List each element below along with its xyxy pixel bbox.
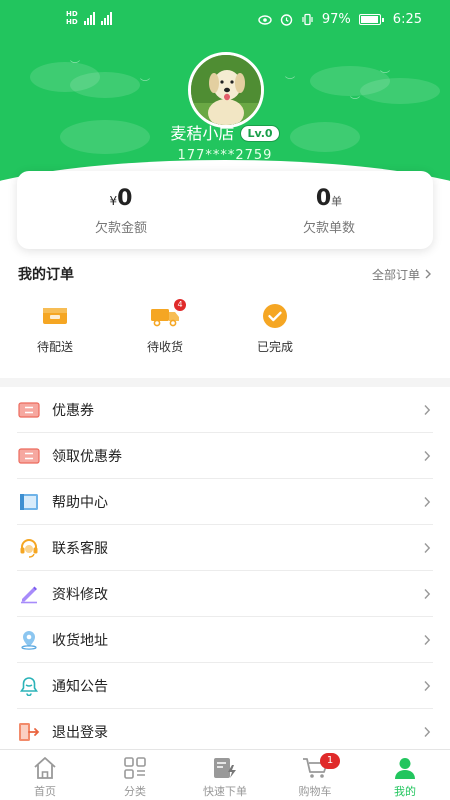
debt-amount[interactable]: ¥0 欠款金额	[17, 171, 225, 249]
tab-category[interactable]: 分类	[90, 750, 180, 800]
chevron-right-icon	[424, 680, 431, 691]
chevron-right-icon	[425, 269, 431, 279]
debt-count-value: 0	[315, 186, 332, 211]
status-right: 97% 6:25	[258, 12, 422, 27]
coupon-icon	[18, 401, 40, 418]
order-status-pending-delivery[interactable]: 待配送	[0, 302, 110, 355]
signal-icon	[100, 11, 112, 25]
order-status-row: 待配送 4 待收货 已完成	[0, 299, 330, 355]
menu-item-customer-service[interactable]: 联系客服	[17, 525, 433, 571]
signal-indicators: HD HD	[66, 10, 112, 26]
bell-icon	[20, 676, 38, 696]
order-status-pending-receipt[interactable]: 4 待收货	[110, 299, 220, 355]
chevron-right-icon	[424, 404, 431, 415]
dog-avatar-image	[191, 55, 261, 125]
box-icon	[43, 308, 67, 324]
order-status-completed[interactable]: 已完成	[220, 302, 330, 355]
order-status-label: 待收货	[146, 340, 183, 354]
tab-label: 首页	[34, 785, 56, 798]
tab-quick-order[interactable]: 快速下单	[180, 750, 270, 800]
signal-icon	[83, 11, 95, 25]
alarm-icon	[280, 14, 293, 26]
chevron-right-icon	[424, 450, 431, 461]
menu-label: 资料修改	[52, 586, 108, 603]
orders-title: 我的订单	[18, 267, 74, 283]
category-icon	[124, 757, 146, 779]
logout-icon	[19, 722, 40, 741]
level-badge: Lv.0	[240, 125, 280, 142]
menu-item-shipping-address[interactable]: 收货地址	[17, 617, 433, 663]
chevron-right-icon	[424, 726, 431, 737]
menu-label: 领取优惠券	[52, 448, 122, 465]
all-orders-label: 全部订单	[371, 267, 420, 282]
debt-count-label: 欠款单数	[302, 221, 355, 236]
hd-icon: HD HD	[66, 10, 78, 26]
bird-decoration: ︶	[350, 97, 360, 108]
menu-item-receive-coupons[interactable]: 领取优惠券	[17, 433, 433, 479]
check-icon	[263, 304, 287, 328]
avatar[interactable]	[188, 52, 264, 128]
quick-order-icon	[214, 758, 236, 778]
headset-icon	[20, 538, 38, 558]
menu-label: 帮助中心	[52, 494, 108, 511]
user-icon	[395, 758, 415, 779]
battery-percent: 97%	[321, 12, 351, 27]
tab-label: 分类	[124, 785, 146, 798]
cloud-decoration	[70, 72, 140, 98]
debt-amount-label: 欠款金额	[94, 221, 147, 236]
order-status-label: 待配送	[36, 340, 73, 354]
location-icon	[21, 630, 37, 650]
menu-item-notices[interactable]: 通知公告	[17, 663, 433, 709]
chevron-right-icon	[424, 588, 431, 599]
chevron-right-icon	[424, 542, 431, 553]
tab-label: 快速下单	[203, 785, 247, 798]
chevron-right-icon	[424, 496, 431, 507]
coupon-receive-icon	[18, 447, 40, 464]
menu-item-help-center[interactable]: 帮助中心	[17, 479, 433, 525]
tab-label: 购物车	[298, 785, 332, 798]
status-bar: HD HD 97% 6:25	[0, 0, 450, 44]
all-orders-link[interactable]: 全部订单	[372, 266, 432, 283]
tab-mine[interactable]: 我的	[360, 750, 450, 800]
debt-amount-value: 0	[117, 186, 133, 211]
home-icon	[34, 757, 56, 779]
currency-symbol: ¥	[109, 194, 118, 208]
tab-label: 我的	[394, 785, 416, 798]
clock: 6:25	[392, 12, 422, 27]
cart-count-badge: 1	[320, 753, 340, 769]
bird-decoration: ︶	[70, 61, 80, 72]
menu-label: 通知公告	[52, 678, 108, 695]
vibrate-icon	[302, 13, 313, 26]
order-count-badge: 4	[174, 299, 186, 311]
order-status-label: 已完成	[256, 340, 293, 354]
shop-name: 麦秸小店	[170, 124, 235, 143]
menu-item-coupons[interactable]: 优惠券	[17, 387, 433, 433]
bird-decoration: ︶	[380, 71, 390, 82]
chevron-right-icon	[424, 634, 431, 645]
pencil-icon	[21, 586, 37, 603]
menu-label: 优惠券	[52, 402, 94, 419]
bird-decoration: ︶	[140, 79, 150, 90]
orders-header: 我的订单 全部订单	[18, 264, 432, 284]
book-icon	[20, 493, 38, 510]
bottom-tab-bar: 首页 分类 快速下单 1 购物车 我的	[0, 749, 450, 800]
section-divider	[0, 378, 450, 387]
eye-icon	[258, 14, 272, 25]
phone-number: 177****2759	[177, 148, 273, 163]
menu-label: 退出登录	[52, 724, 108, 741]
battery-icon	[358, 14, 384, 25]
menu-label: 收货地址	[52, 632, 108, 649]
menu-item-edit-profile[interactable]: 资料修改	[17, 571, 433, 617]
debt-card: ¥0 欠款金额 0单 欠款单数	[17, 171, 433, 249]
menu-label: 联系客服	[52, 540, 108, 557]
shop-name-row: 麦秸小店 Lv.0	[0, 120, 450, 144]
tab-home[interactable]: 首页	[0, 750, 90, 800]
debt-count[interactable]: 0单 欠款单数	[225, 171, 433, 249]
debt-count-unit: 单	[331, 195, 343, 208]
settings-menu: 优惠券 领取优惠券 帮助中心 联系客服 资料修改 收货地址 通知公告 退出登录	[17, 387, 433, 755]
bird-decoration: ︶	[285, 77, 295, 88]
cloud-decoration	[360, 78, 440, 104]
tab-cart[interactable]: 1 购物车	[270, 750, 360, 800]
